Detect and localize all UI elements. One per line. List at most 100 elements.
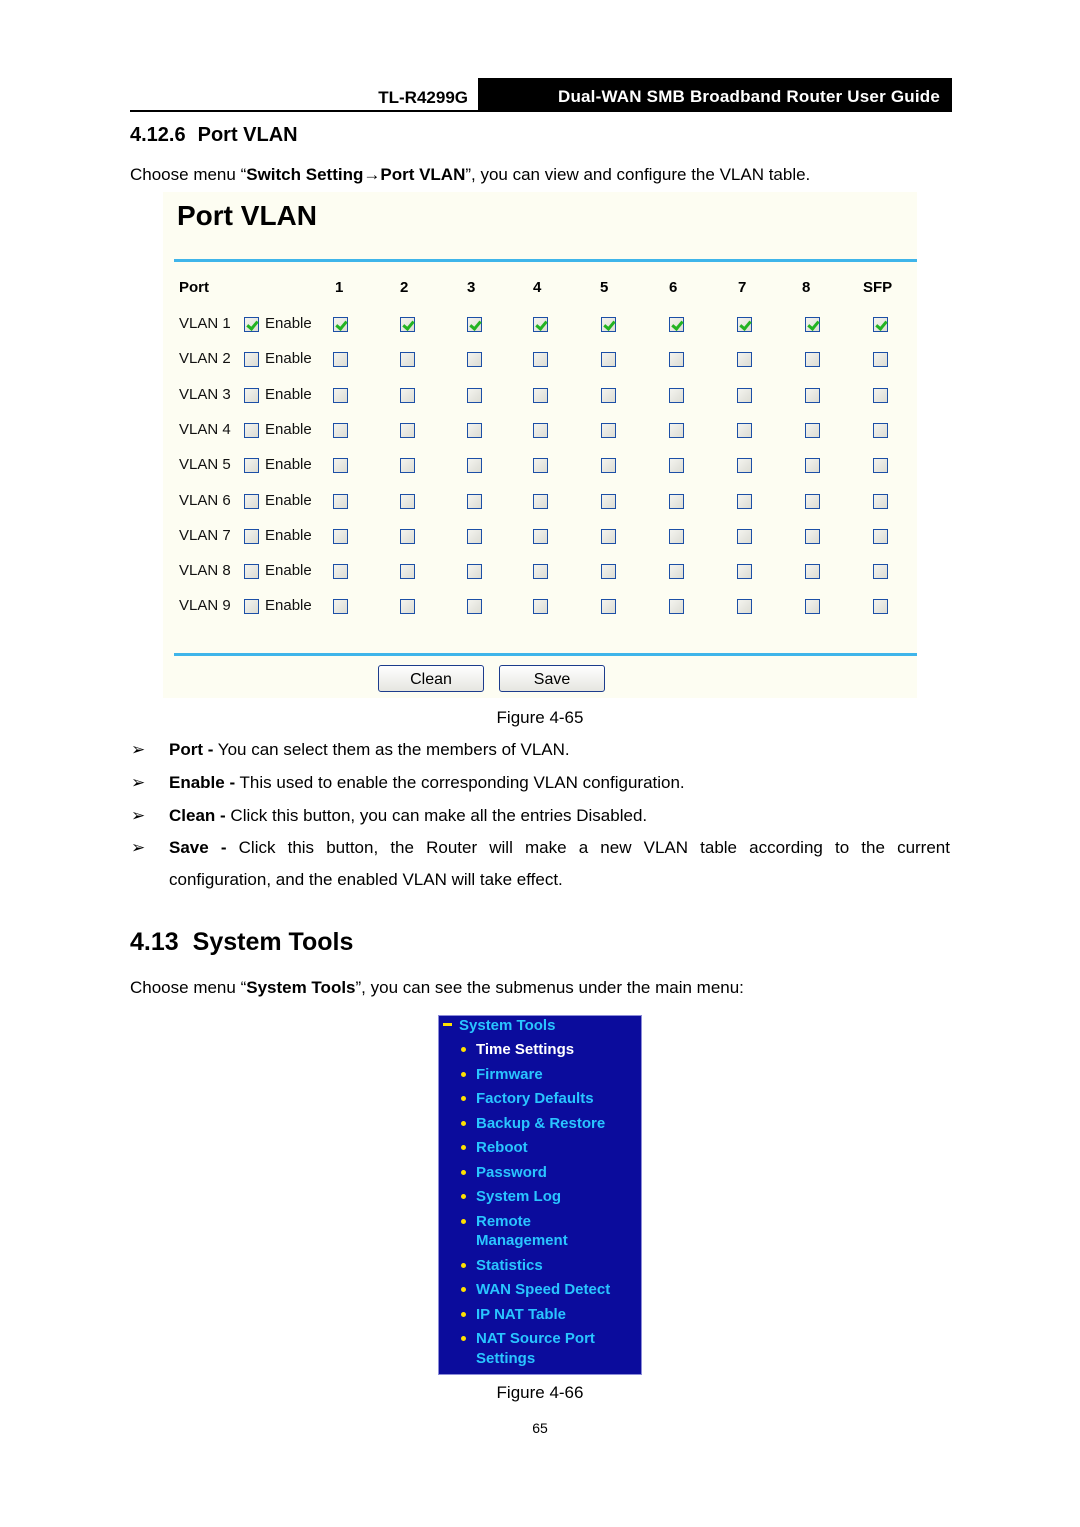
port-member-checkbox[interactable]	[333, 493, 348, 509]
port-member-checkbox[interactable]	[805, 458, 820, 474]
port-member-checkbox[interactable]	[400, 422, 415, 438]
port-member-checkbox[interactable]	[669, 599, 684, 615]
port-member-checkbox[interactable]	[601, 564, 616, 580]
port-member-checkbox[interactable]	[533, 564, 548, 580]
port-member-checkbox[interactable]	[669, 422, 684, 438]
port-member-checkbox[interactable]	[533, 493, 548, 509]
menu-item-factory-defaults[interactable]: Factory Defaults	[461, 1089, 594, 1109]
port-member-checkbox[interactable]	[737, 564, 752, 580]
menu-item-nat-source-port-settings[interactable]: NAT Source Port Settings	[461, 1329, 595, 1368]
port-member-checkbox[interactable]	[669, 458, 684, 474]
menu-item-reboot[interactable]: Reboot	[461, 1138, 528, 1158]
port-member-checkbox[interactable]	[333, 599, 348, 615]
vlan-enable-checkbox[interactable]	[244, 599, 259, 615]
port-member-checkbox[interactable]	[669, 387, 684, 403]
port-member-checkbox[interactable]	[805, 317, 820, 332]
port-member-checkbox[interactable]	[400, 564, 415, 580]
port-member-checkbox[interactable]	[737, 599, 752, 615]
port-member-checkbox[interactable]	[873, 352, 888, 368]
port-member-checkbox[interactable]	[467, 564, 482, 580]
port-member-checkbox[interactable]	[467, 493, 482, 509]
port-member-checkbox[interactable]	[533, 317, 548, 332]
port-member-checkbox[interactable]	[601, 317, 616, 332]
vlan-enable-checkbox[interactable]	[244, 493, 259, 509]
port-member-checkbox[interactable]	[737, 317, 752, 332]
port-member-checkbox[interactable]	[467, 387, 482, 403]
port-member-checkbox[interactable]	[669, 528, 684, 544]
port-member-checkbox[interactable]	[467, 422, 482, 438]
port-member-checkbox[interactable]	[873, 422, 888, 438]
port-member-checkbox[interactable]	[805, 599, 820, 615]
clean-button[interactable]: Clean	[378, 665, 484, 692]
menu-header-system-tools[interactable]: System Tools	[443, 1017, 555, 1034]
port-member-checkbox[interactable]	[737, 458, 752, 474]
menu-item-password[interactable]: Password	[461, 1163, 547, 1183]
vlan-enable-checkbox[interactable]	[244, 422, 259, 438]
port-member-checkbox[interactable]	[533, 387, 548, 403]
port-member-checkbox[interactable]	[873, 493, 888, 509]
port-member-checkbox[interactable]	[669, 493, 684, 509]
menu-item-time-settings[interactable]: Time Settings	[461, 1040, 574, 1060]
port-member-checkbox[interactable]	[333, 422, 348, 438]
port-member-checkbox[interactable]	[873, 317, 888, 332]
menu-item-firmware[interactable]: Firmware	[461, 1065, 543, 1085]
port-member-checkbox[interactable]	[805, 352, 820, 368]
port-member-checkbox[interactable]	[601, 387, 616, 403]
port-member-checkbox[interactable]	[467, 317, 482, 332]
port-member-checkbox[interactable]	[669, 564, 684, 580]
port-member-checkbox[interactable]	[805, 564, 820, 580]
port-member-checkbox[interactable]	[737, 493, 752, 509]
port-member-checkbox[interactable]	[805, 422, 820, 438]
port-member-checkbox[interactable]	[873, 528, 888, 544]
port-member-checkbox[interactable]	[333, 387, 348, 403]
port-member-checkbox[interactable]	[737, 422, 752, 438]
port-member-checkbox[interactable]	[601, 599, 616, 615]
port-member-checkbox[interactable]	[601, 528, 616, 544]
port-member-checkbox[interactable]	[467, 599, 482, 615]
port-member-checkbox[interactable]	[400, 387, 415, 403]
menu-item-backup-restore[interactable]: Backup & Restore	[461, 1114, 605, 1134]
vlan-enable-checkbox[interactable]	[244, 528, 259, 544]
port-member-checkbox[interactable]	[333, 317, 348, 332]
menu-item-wan-speed-detect[interactable]: WAN Speed Detect	[461, 1280, 610, 1300]
port-member-checkbox[interactable]	[400, 599, 415, 615]
save-button[interactable]: Save	[499, 665, 605, 692]
port-member-checkbox[interactable]	[737, 352, 752, 368]
port-member-checkbox[interactable]	[400, 493, 415, 509]
menu-item-system-log[interactable]: System Log	[461, 1187, 561, 1207]
port-member-checkbox[interactable]	[333, 564, 348, 580]
port-member-checkbox[interactable]	[601, 352, 616, 368]
port-member-checkbox[interactable]	[533, 352, 548, 368]
port-member-checkbox[interactable]	[533, 528, 548, 544]
port-member-checkbox[interactable]	[467, 458, 482, 474]
port-member-checkbox[interactable]	[873, 458, 888, 474]
port-member-checkbox[interactable]	[873, 599, 888, 615]
port-member-checkbox[interactable]	[400, 352, 415, 368]
port-member-checkbox[interactable]	[400, 458, 415, 474]
port-member-checkbox[interactable]	[400, 528, 415, 544]
vlan-enable-checkbox[interactable]	[244, 458, 259, 474]
port-member-checkbox[interactable]	[873, 387, 888, 403]
port-member-checkbox[interactable]	[467, 528, 482, 544]
vlan-enable-checkbox[interactable]	[244, 352, 259, 368]
vlan-enable-checkbox[interactable]	[244, 387, 259, 403]
port-member-checkbox[interactable]	[873, 564, 888, 580]
port-member-checkbox[interactable]	[467, 352, 482, 368]
port-member-checkbox[interactable]	[333, 458, 348, 474]
port-member-checkbox[interactable]	[333, 352, 348, 368]
menu-item-ip-nat-table[interactable]: IP NAT Table	[461, 1305, 566, 1325]
port-member-checkbox[interactable]	[737, 387, 752, 403]
port-member-checkbox[interactable]	[601, 422, 616, 438]
port-member-checkbox[interactable]	[601, 493, 616, 509]
port-member-checkbox[interactable]	[533, 422, 548, 438]
port-member-checkbox[interactable]	[805, 528, 820, 544]
port-member-checkbox[interactable]	[533, 599, 548, 615]
port-member-checkbox[interactable]	[533, 458, 548, 474]
port-member-checkbox[interactable]	[400, 317, 415, 332]
vlan-enable-checkbox[interactable]	[244, 564, 259, 580]
port-member-checkbox[interactable]	[601, 458, 616, 474]
menu-item-remote-management[interactable]: Remote Management	[461, 1212, 568, 1251]
port-member-checkbox[interactable]	[737, 528, 752, 544]
port-member-checkbox[interactable]	[805, 493, 820, 509]
port-member-checkbox[interactable]	[805, 387, 820, 403]
